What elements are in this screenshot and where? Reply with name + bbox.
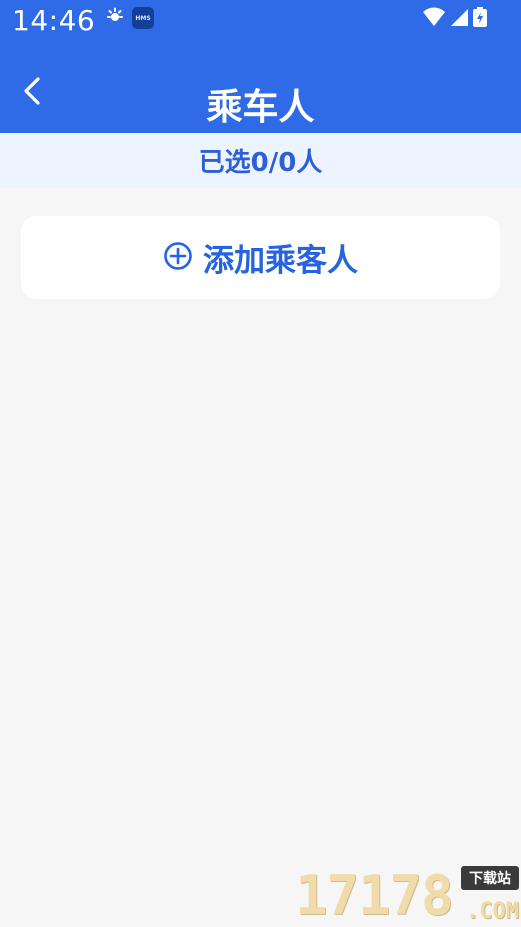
app-header: 14:46 HMS 乘车人 bbox=[0, 0, 521, 133]
watermark-site-badge: 下载站 bbox=[461, 866, 519, 890]
cellular-signal-icon bbox=[450, 8, 469, 31]
status-right-icons bbox=[422, 7, 487, 31]
selected-count-bar: 已选0/0人 bbox=[0, 133, 521, 188]
status-time: 14:46 bbox=[12, 4, 96, 37]
add-passenger-label: 添加乘客人 bbox=[203, 243, 358, 279]
watermark-number: 17178 bbox=[295, 864, 454, 927]
selected-count-text: 已选0/0人 bbox=[198, 148, 323, 178]
status-left-icons: HMS bbox=[106, 7, 154, 29]
site-watermark: 17178 下载站 .COM bbox=[295, 862, 519, 927]
add-circle-icon bbox=[163, 241, 193, 275]
status-bar: 14:46 HMS bbox=[0, 0, 521, 44]
battery-charging-icon bbox=[473, 7, 487, 31]
wifi-icon bbox=[422, 7, 446, 31]
page-title: 乘车人 bbox=[206, 87, 315, 128]
sun-notification-icon bbox=[106, 7, 124, 29]
hms-icon: HMS bbox=[132, 7, 154, 29]
watermark-domain: .COM bbox=[466, 899, 519, 924]
add-passenger-button[interactable]: 添加乘客人 bbox=[21, 216, 500, 299]
title-row: 乘车人 bbox=[0, 66, 521, 132]
